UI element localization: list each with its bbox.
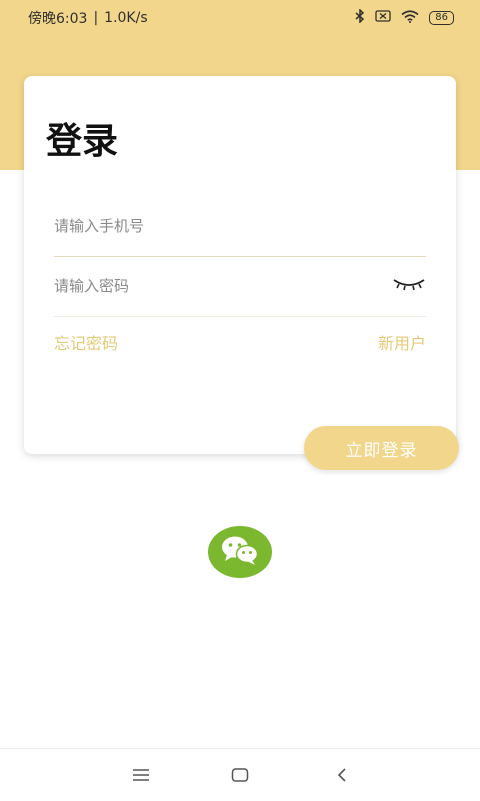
password-field	[54, 256, 426, 317]
status-right: 86	[355, 8, 454, 27]
link-row: 忘记密码 新用户	[54, 330, 426, 354]
phone-field	[54, 196, 426, 257]
phone-input[interactable]	[54, 217, 354, 235]
battery-level: 86	[429, 11, 454, 25]
status-time: 傍晚6:03	[28, 11, 88, 27]
wifi-icon	[401, 9, 419, 27]
status-left: 傍晚6:03 | 1.0K/s	[28, 8, 148, 28]
new-user-link[interactable]: 新用户	[378, 330, 426, 354]
eye-closed-icon[interactable]	[392, 276, 426, 296]
page-title: 登录	[46, 121, 119, 162]
wechat-login-button[interactable]	[208, 526, 272, 578]
network-speed: 1.0K/s	[104, 10, 148, 26]
forgot-password-link[interactable]: 忘记密码	[54, 330, 118, 354]
status-separator: |	[93, 10, 99, 26]
bluetooth-icon	[355, 8, 365, 27]
home-icon[interactable]	[228, 763, 252, 787]
wechat-icon	[218, 533, 262, 571]
menu-icon[interactable]	[129, 763, 153, 787]
login-card: 登录 忘记密码 新用户	[24, 76, 456, 454]
sim-icon	[375, 10, 391, 26]
login-button[interactable]: 立即登录	[304, 426, 459, 470]
password-input[interactable]	[54, 277, 354, 295]
status-bar: 傍晚6:03 | 1.0K/s 86	[0, 0, 480, 36]
back-icon[interactable]	[330, 763, 354, 787]
navigation-bar	[0, 748, 480, 801]
